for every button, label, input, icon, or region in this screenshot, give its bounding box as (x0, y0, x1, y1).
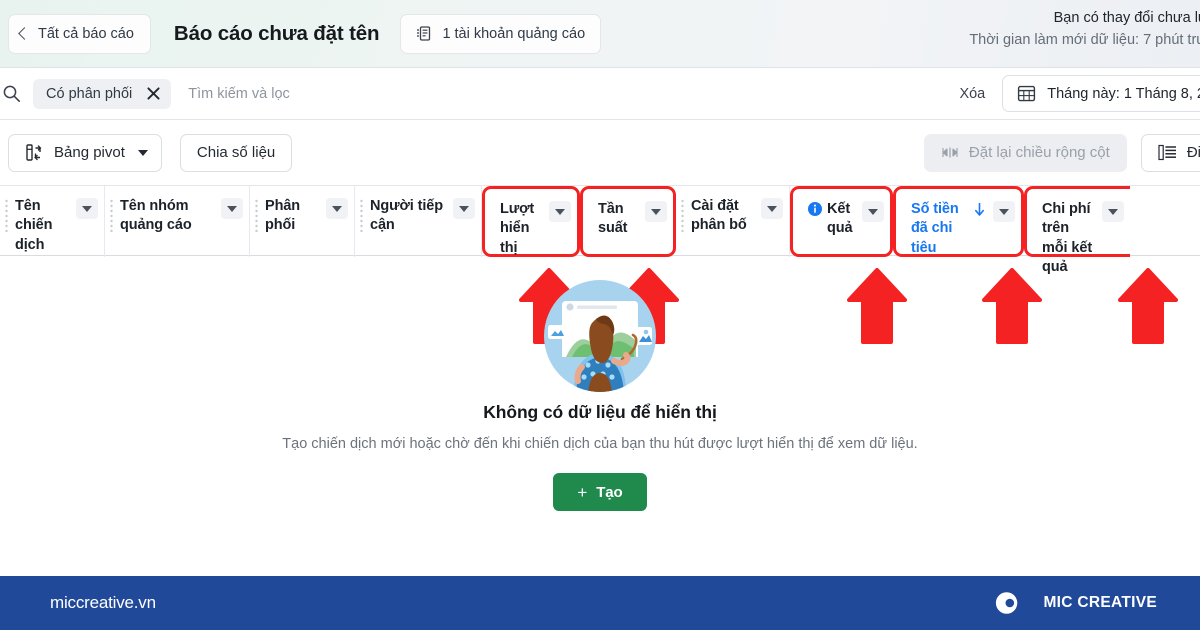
column-menu-button[interactable] (453, 198, 475, 219)
column-drag-handle[interactable] (255, 199, 258, 233)
column-menu-button[interactable] (1102, 201, 1124, 222)
all-reports-label: Tất cả báo cáo (38, 25, 134, 42)
footer-bar: miccreative.vn MIC CREATIVE (0, 576, 1200, 630)
share-data-label: Chia số liệu (196, 144, 276, 161)
table-header-row: Tên chiến dịch Tên nhóm quảng cáo Phân phố… (0, 185, 1200, 275)
table-column-label: Tên nhóm quảng cáo (120, 198, 192, 234)
create-button-label: Tạo (596, 483, 623, 501)
column-drag-handle[interactable] (5, 199, 8, 233)
filter-chip-label: Có phân phối (46, 85, 133, 102)
column-menu-button[interactable] (993, 201, 1015, 222)
info-circle-icon[interactable] (808, 202, 822, 216)
column-menu-button[interactable] (76, 198, 98, 219)
columns-icon (1158, 144, 1176, 161)
table-column-header[interactable]: Chi phí trên mỗi kết quả (1024, 186, 1130, 275)
column-menu-button[interactable] (549, 201, 571, 222)
table-column-label: Cài đặt phân bố (691, 198, 747, 234)
pivot-table-label: Bảng pivot (54, 144, 125, 161)
plus-icon: + (577, 482, 588, 502)
table-column-header[interactable]: Tên nhóm quảng cáo (105, 186, 250, 257)
pivot-table-icon (26, 144, 42, 161)
pivot-table-button[interactable]: Bảng pivot (8, 133, 162, 172)
date-range-picker[interactable]: Tháng này: 1 Tháng 8, 2 (1002, 75, 1200, 112)
chevron-down-icon (82, 205, 92, 212)
date-range-label: Tháng này: 1 Tháng 8, 2 (1047, 85, 1200, 102)
mic-creative-infinity-logo (996, 592, 1018, 614)
table-column-header[interactable]: Số tiền đã chi tiêu (893, 186, 1024, 257)
chevron-down-icon (868, 208, 878, 215)
column-menu-button[interactable] (221, 198, 243, 219)
chevron-down-icon (227, 205, 237, 212)
chevron-down-icon (459, 205, 469, 212)
table-column-label: Kết quả (827, 201, 853, 237)
table-column-label: Tên chiến dịch (15, 198, 53, 253)
calendar-icon (1018, 85, 1036, 102)
search-filter-bar: Có phân phối Tìm kiếm và lọc Xóa Tháng n… (0, 68, 1200, 120)
chevron-left-icon (18, 27, 31, 40)
reset-column-width-label: Đặt lại chiều rộng cột (968, 144, 1110, 161)
chevron-down-icon (1108, 208, 1118, 215)
all-reports-button[interactable]: Tất cả báo cáo (8, 13, 151, 54)
table-column-label: Chi phí trên mỗi kết quả (1042, 201, 1093, 276)
search-bar-actions: Xóa Tháng này: 1 Tháng 8, 2 (959, 75, 1200, 112)
table-column-header[interactable]: Cài đặt phân bố (676, 186, 790, 257)
chevron-down-icon (555, 208, 565, 215)
toolbar-right-actions: Đặt lại chiều rộng cột Đi (923, 133, 1200, 172)
unsaved-changes-notice: Bạn có thay đổi chưa lu (1053, 10, 1200, 26)
refresh-time-notice: Thời gian làm mới dữ liệu: 7 phút trư (969, 32, 1200, 49)
table-column-label: Lượt hiển thị (500, 201, 535, 256)
column-menu-button[interactable] (862, 201, 884, 222)
close-icon[interactable] (146, 86, 161, 101)
top-bar-status: Bạn có thay đổi chưa lu Thời gian làm mớ… (969, 7, 1200, 52)
column-menu-button[interactable] (645, 201, 667, 222)
column-drag-handle[interactable] (360, 199, 363, 233)
table-column-header[interactable]: Lượt hiển thị (482, 186, 580, 257)
screenshot-root: Tất cả báo cáo Báo cáo chưa đặt tên 1 tà… (0, 0, 1200, 630)
filter-chip-delivery[interactable]: Có phân phối (33, 78, 172, 109)
chevron-down-icon (767, 205, 777, 212)
footer-website-url: miccreative.vn (50, 593, 156, 612)
page-title: Báo cáo chưa đặt tên (173, 21, 380, 45)
clear-filters-button[interactable]: Xóa (959, 86, 985, 102)
chevron-down-icon (137, 149, 148, 156)
person-viewing-feed-illustration (544, 280, 656, 392)
reset-column-width-button[interactable]: Đặt lại chiều rộng cột (923, 133, 1127, 172)
empty-state: Không có dữ liệu để hiển thị Tạo chiến d… (0, 275, 1200, 511)
chevron-down-icon (651, 208, 661, 215)
table-column-label: Phân phối (265, 198, 301, 234)
customize-columns-button[interactable]: Đi (1140, 133, 1200, 172)
ad-account-icon (417, 26, 431, 41)
ad-account-chip[interactable]: 1 tài khoản quảng cáo (400, 13, 602, 54)
sort-descending-icon[interactable] (974, 202, 985, 217)
empty-state-subtitle: Tạo chiến dịch mới hoặc chờ đến khi chiế… (282, 436, 918, 452)
chevron-down-icon (999, 208, 1009, 215)
column-drag-handle[interactable] (681, 199, 684, 233)
search-icon[interactable] (2, 84, 21, 103)
table-column-header[interactable]: Tần suất (580, 186, 676, 257)
table-column-header[interactable]: Kết quả (790, 186, 893, 257)
table-column-header[interactable]: Tên chiến dịch (0, 186, 105, 257)
top-bar: Tất cả báo cáo Báo cáo chưa đặt tên 1 tà… (0, 0, 1200, 68)
table-toolbar: Bảng pivot Chia số liệu Đặt lại chiều rộ… (0, 120, 1200, 185)
table-column-label: Tần suất (598, 201, 628, 237)
column-menu-button[interactable] (761, 198, 783, 219)
footer-brand-name: MIC CREATIVE (1043, 594, 1157, 611)
footer-branding: MIC CREATIVE (984, 590, 1157, 616)
create-button[interactable]: + Tạo (553, 473, 647, 511)
search-input[interactable]: Tìm kiếm và lọc (188, 86, 290, 102)
ad-account-label: 1 tài khoản quảng cáo (442, 25, 586, 42)
share-data-button[interactable]: Chia số liệu (179, 133, 293, 172)
empty-state-title: Không có dữ liệu để hiển thị (483, 402, 717, 422)
table-column-header[interactable]: Phân phối (250, 186, 355, 257)
column-width-icon (942, 147, 958, 158)
chevron-down-icon (332, 205, 342, 212)
table-column-header[interactable]: Người tiếp cận (355, 186, 482, 257)
customize-columns-label: Đi (1186, 144, 1200, 161)
column-drag-handle[interactable] (110, 199, 113, 233)
column-menu-button[interactable] (326, 198, 348, 219)
table-column-label: Số tiền đã chi tiêu (911, 201, 959, 256)
table-column-label: Người tiếp cận (370, 198, 443, 234)
